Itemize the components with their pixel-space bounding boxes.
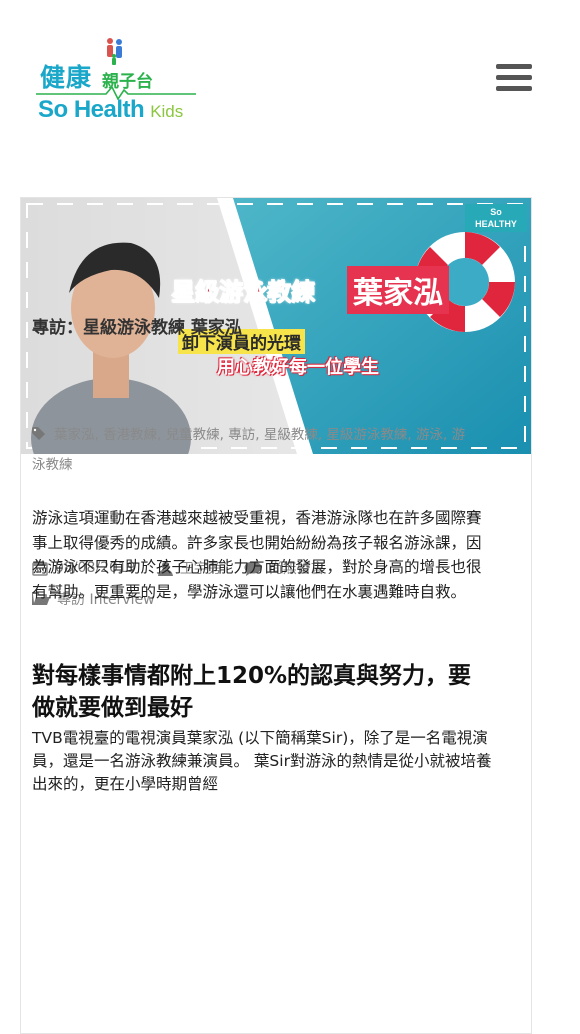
tags-icon <box>32 427 45 440</box>
post-paragraph-2: TVB電視臺的電視演員葉家泓 (以下簡稱葉Sir)，除了是一名電視演員，還是一名… <box>32 729 492 793</box>
logo-en: So Health Kids <box>38 96 183 124</box>
site-header: 健康 親子台 So Health Kids <box>0 0 580 150</box>
banner-title: 星級游泳教練 <box>171 278 316 307</box>
post-tags-text[interactable]: 葉家泓, 香港教練, 兒童教練, 專訪, 星級教練, 星級游泳教練, 游泳, 游… <box>32 427 465 473</box>
hamburger-menu-icon[interactable] <box>496 64 532 94</box>
so-healthy-badge: So HEALTHY <box>465 204 527 232</box>
post-section-heading: 對每樣事情都附上120%的認真與努力，要做就要做到最好 <box>32 663 472 721</box>
post-tags[interactable]: 葉家泓, 香港教練, 兒童教練, 專訪, 星級教練, 星級游泳教練, 游泳, 游… <box>32 420 472 480</box>
badge-line1: So <box>490 207 502 217</box>
badge-line2: HEALTHY <box>475 219 517 229</box>
banner-subtitle-2: 用心教好每一位學生 <box>217 357 379 378</box>
site-logo[interactable]: 健康 親子台 So Health Kids <box>36 36 206 131</box>
post-paragraph-1: 游泳這項運動在香港越來越被受重視，香港游泳隊也在許多國際賽事上取得優秀的成績。許… <box>32 509 482 601</box>
banner-name: 葉家泓 <box>347 266 449 314</box>
post-title[interactable]: 專訪：星級游泳教練 葉家泓 <box>32 313 242 338</box>
logo-en-big: So Health <box>38 96 145 123</box>
logo-en-small: Kids <box>150 102 184 121</box>
